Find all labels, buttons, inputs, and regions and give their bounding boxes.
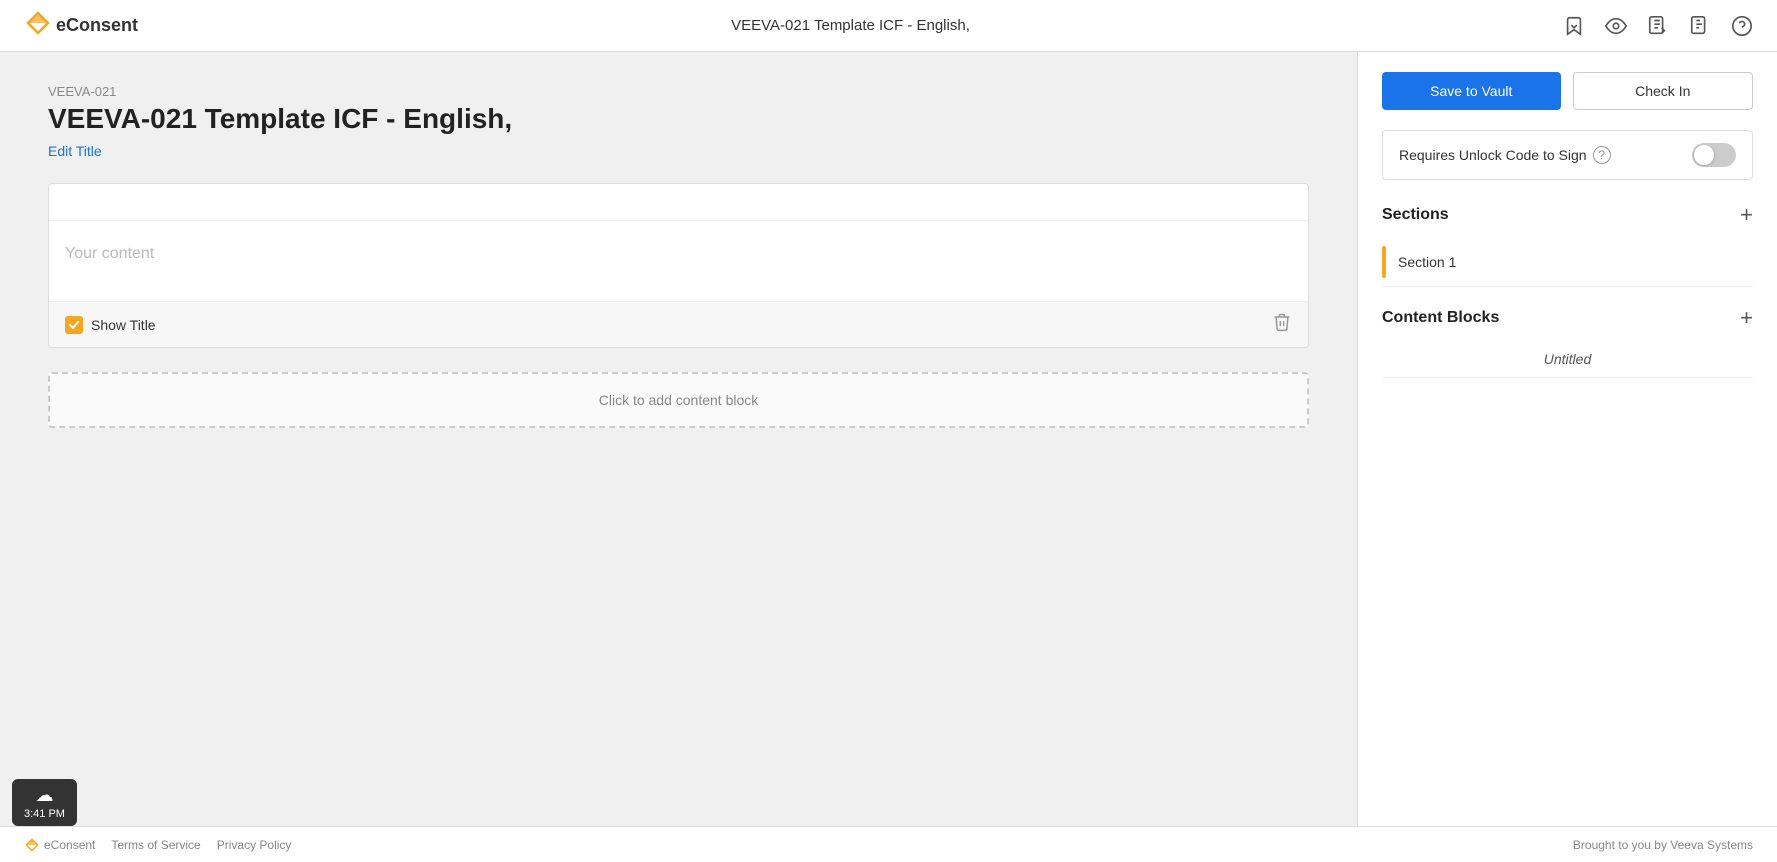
logo: eConsent bbox=[24, 11, 138, 41]
content-block-title-input[interactable] bbox=[65, 194, 1292, 210]
sections-panel: Sections + Section 1 bbox=[1382, 204, 1753, 287]
content-blocks-header: Content Blocks + bbox=[1382, 307, 1753, 329]
pdf-icon[interactable] bbox=[1689, 15, 1711, 37]
delete-block-icon[interactable] bbox=[1272, 312, 1292, 337]
action-buttons: Save to Vault Check In bbox=[1382, 72, 1753, 110]
footer: eConsent Terms of Service Privacy Policy… bbox=[0, 826, 1777, 862]
content-block-sidebar-item[interactable]: Untitled bbox=[1382, 341, 1753, 378]
add-section-button[interactable]: + bbox=[1740, 204, 1753, 226]
help-circle-icon[interactable] bbox=[1731, 15, 1753, 37]
terms-link[interactable]: Terms of Service bbox=[111, 838, 200, 852]
doc-breadcrumb: VEEVA-021 bbox=[48, 84, 1309, 99]
unlock-help-icon[interactable]: ? bbox=[1593, 146, 1611, 164]
sidebar: Save to Vault Check In Requires Unlock C… bbox=[1357, 52, 1777, 826]
status-bar: ☁ 3:41 PM bbox=[12, 779, 77, 826]
section-accent bbox=[1382, 246, 1386, 278]
footer-left: eConsent Terms of Service Privacy Policy bbox=[24, 838, 291, 852]
header: eConsent VEEVA-021 Template ICF - Englis… bbox=[0, 0, 1777, 52]
doc-title: VEEVA-021 Template ICF - English, bbox=[48, 103, 1309, 135]
sections-title: Sections bbox=[1382, 206, 1449, 224]
content-block-footer: Show Title bbox=[49, 301, 1308, 347]
section-item-label: Section 1 bbox=[1398, 254, 1456, 270]
status-bar-time: 3:41 PM bbox=[24, 808, 65, 820]
content-block-title-row bbox=[49, 184, 1308, 221]
footer-logo-text: eConsent bbox=[44, 838, 95, 852]
content-blocks-title: Content Blocks bbox=[1382, 309, 1499, 327]
edit-title-link[interactable]: Edit Title bbox=[48, 143, 102, 159]
footer-attribution: Brought to you by Veeva Systems bbox=[1573, 838, 1753, 852]
add-content-block[interactable]: Click to add content block bbox=[48, 372, 1309, 428]
content-blocks-panel: Content Blocks + Untitled bbox=[1382, 307, 1753, 378]
sections-header: Sections + bbox=[1382, 204, 1753, 226]
logo-icon bbox=[24, 11, 52, 41]
content-block-body[interactable]: Your content bbox=[49, 221, 1308, 301]
header-icons bbox=[1563, 15, 1753, 37]
show-title-checkbox[interactable] bbox=[65, 316, 83, 334]
content-area: VEEVA-021 VEEVA-021 Template ICF - Engli… bbox=[0, 52, 1357, 826]
content-block-item-label: Untitled bbox=[1544, 351, 1591, 367]
bookmark-icon[interactable] bbox=[1563, 15, 1585, 37]
content-placeholder: Your content bbox=[65, 245, 154, 262]
add-content-block-label: Click to add content block bbox=[599, 392, 759, 408]
add-content-block-sidebar-button[interactable]: + bbox=[1740, 307, 1753, 329]
docx-icon[interactable] bbox=[1647, 15, 1669, 37]
logo-text: eConsent bbox=[56, 15, 138, 36]
main-container: VEEVA-021 VEEVA-021 Template ICF - Engli… bbox=[0, 52, 1777, 826]
unlock-toggle[interactable] bbox=[1692, 143, 1736, 167]
show-title-wrapper: Show Title bbox=[65, 316, 156, 334]
unlock-code-row: Requires Unlock Code to Sign ? bbox=[1382, 130, 1753, 180]
privacy-link[interactable]: Privacy Policy bbox=[217, 838, 292, 852]
header-title: VEEVA-021 Template ICF - English, bbox=[731, 17, 970, 34]
section-item[interactable]: Section 1 bbox=[1382, 238, 1753, 287]
save-to-vault-button[interactable]: Save to Vault bbox=[1382, 72, 1561, 110]
footer-logo: eConsent bbox=[24, 838, 95, 852]
cloud-upload-icon: ☁ bbox=[35, 785, 53, 806]
show-title-label: Show Title bbox=[91, 317, 156, 333]
unlock-label-text: Requires Unlock Code to Sign bbox=[1399, 147, 1587, 163]
unlock-label: Requires Unlock Code to Sign ? bbox=[1399, 146, 1611, 164]
check-in-button[interactable]: Check In bbox=[1573, 72, 1754, 110]
eye-icon[interactable] bbox=[1605, 15, 1627, 37]
content-block-card: Your content Show Title bbox=[48, 183, 1309, 348]
